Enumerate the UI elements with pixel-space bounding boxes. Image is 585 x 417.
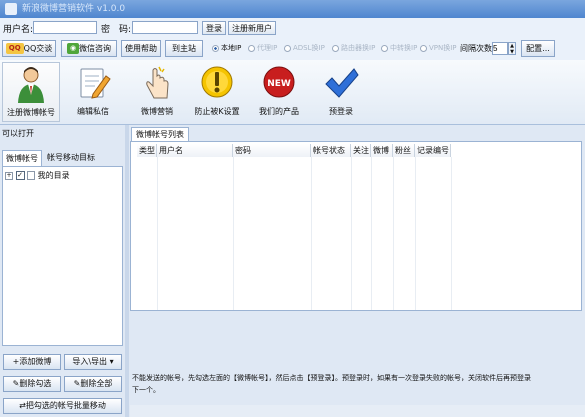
wechat-icon: ◉	[66, 43, 80, 54]
move-icon: ⇄	[19, 401, 26, 410]
svg-text:NEW: NEW	[267, 79, 291, 89]
config-button[interactable]: 配置...	[521, 40, 555, 57]
retry-label: 间隔次数	[460, 44, 492, 53]
anti-ban-settings-label: 防止被K设置	[194, 107, 240, 116]
user-icon	[18, 67, 44, 103]
our-products-label: 我们的产品	[259, 107, 299, 116]
wechat-consult-button[interactable]: ◉ 微信咨询	[61, 40, 117, 57]
retry-count-input[interactable]	[492, 42, 508, 55]
account-tree: + ✓ 我的目录	[2, 166, 123, 346]
username-label: 用户名:	[3, 25, 34, 35]
ip-option-proxy[interactable]: 代理IP	[248, 43, 277, 53]
login-button[interactable]: 登录	[202, 21, 226, 35]
column-header[interactable]: 密码	[233, 144, 311, 157]
column-header[interactable]: 记录编号	[415, 144, 451, 157]
radio-selected-icon	[212, 44, 219, 52]
weibo-marketing-tool[interactable]: 微博营销	[128, 62, 186, 122]
tab-account-list[interactable]: 微博帐号列表	[131, 127, 189, 142]
edit-message-label: 编辑私信	[77, 107, 109, 116]
wechat-consult-label: 微信咨询	[79, 44, 112, 53]
notice-text: 不能发送的帐号，先勾选左面的【微博帐号】，然后点击【预登录】。预登录时，如果有一…	[132, 374, 531, 394]
column-header[interactable]: 用户名	[157, 144, 233, 157]
tab-move-target[interactable]: 帐号移动目标	[44, 150, 98, 165]
column-header[interactable]: 微博	[371, 144, 393, 157]
register-account-label: 注册微博帐号	[7, 108, 55, 117]
ip-option-relay[interactable]: 中转换IP	[381, 43, 417, 53]
panel-splitter[interactable]	[125, 125, 129, 417]
ip-option-vpn[interactable]: VPN换IP	[420, 43, 457, 53]
radio-icon	[284, 44, 291, 52]
qq-icon: QQ	[5, 43, 24, 54]
password-input[interactable]	[132, 21, 198, 34]
ip-option-router[interactable]: 路由器换IP	[332, 43, 375, 53]
radio-icon	[248, 44, 255, 52]
home-site-button[interactable]: 到主站	[165, 40, 203, 57]
tool-row: QQ QQ交谈 ◉ 微信咨询 使用帮助 到主站 本地IP 代理IP ADSL换IP …	[0, 38, 585, 60]
column-header[interactable]: 粉丝	[393, 144, 415, 157]
title-bar: 新浪微博营销软件 v1.0.0	[0, 0, 585, 18]
add-weibo-button[interactable]: +添加微博	[3, 354, 61, 370]
delete-checked-button[interactable]: ✎删除勾选	[3, 376, 61, 392]
import-export-button[interactable]: 导入\导出 ▾	[64, 354, 122, 370]
tree-checkbox[interactable]: ✓	[15, 171, 25, 180]
our-products-tool[interactable]: NEW 我们的产品	[250, 62, 308, 122]
pre-login-tool[interactable]: 预登录	[312, 62, 370, 122]
register-account-tool[interactable]: 注册微博帐号	[2, 62, 60, 122]
password-label: 密 码:	[101, 25, 132, 35]
anti-ban-settings-tool[interactable]: 防止被K设置	[188, 62, 246, 122]
batch-move-button[interactable]: ⇄把勾选的帐号批量移动	[3, 398, 122, 414]
checkmark-icon	[325, 68, 359, 98]
login-bar: 用户名: 密 码: 登录 注册新用户	[0, 18, 585, 39]
username-input[interactable]	[33, 21, 97, 34]
tree-root-node[interactable]: + ✓ 我的目录	[5, 170, 70, 181]
ip-option-adsl[interactable]: ADSL换IP	[284, 43, 325, 53]
ip-option-local[interactable]: 本地IP	[212, 43, 241, 53]
dropdown-arrow-icon: ▾	[107, 357, 114, 366]
tree-root-label: 我的目录	[37, 171, 70, 180]
pre-login-label: 预登录	[329, 107, 353, 116]
hand-icon	[146, 66, 169, 99]
qq-chat-button[interactable]: QQ QQ交谈	[2, 40, 56, 57]
radio-icon	[332, 44, 339, 52]
edit-icon	[80, 68, 111, 99]
register-button[interactable]: 注册新用户	[228, 21, 276, 35]
left-panel-caption: 可以打开	[2, 129, 34, 138]
new-badge-icon: NEW	[263, 66, 295, 98]
retry-spinner[interactable]: ▲ ▼	[508, 42, 516, 55]
qq-chat-label: QQ交谈	[23, 44, 53, 53]
help-button[interactable]: 使用帮助	[121, 40, 161, 57]
expand-icon[interactable]: +	[5, 171, 13, 180]
tab-weibo-accounts[interactable]: 微博帐号	[2, 150, 42, 166]
app-icon	[5, 3, 17, 15]
column-header[interactable]: 关注	[351, 144, 371, 157]
status-bar	[130, 405, 585, 417]
ribbon: 注册微博帐号 编辑私信 微博营销 防止被K设置 NEW 我们的产品 预登录	[0, 60, 585, 125]
delete-all-button[interactable]: ✎删除全部	[64, 376, 122, 392]
edit-message-tool[interactable]: 编辑私信	[64, 62, 122, 122]
account-table: 类型 用户名 密码 帐号状态 关注 微博 粉丝 记录编号	[130, 141, 582, 311]
column-header[interactable]: 帐号状态	[311, 144, 351, 157]
radio-icon	[381, 44, 388, 52]
weibo-marketing-label: 微博营销	[141, 107, 173, 116]
column-header[interactable]: 类型	[137, 144, 157, 157]
radio-icon	[420, 44, 427, 52]
shield-icon	[201, 66, 233, 98]
window-title: 新浪微博营销软件 v1.0.0	[22, 4, 126, 14]
folder-icon	[27, 171, 36, 180]
